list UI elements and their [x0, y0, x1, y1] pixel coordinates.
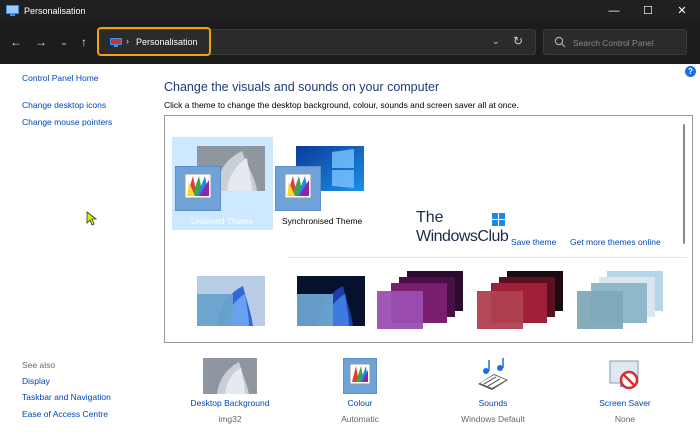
theme-windows-dark[interactable]: [297, 276, 365, 326]
sounds-label[interactable]: Sounds: [428, 398, 558, 408]
mouse-cursor-icon: [86, 211, 97, 226]
desktop-background-label[interactable]: Desktop Background: [165, 398, 295, 408]
themes-panel: Unsaved Theme Synchronised Theme The Win…: [164, 115, 693, 343]
control-panel-home-link[interactable]: Control Panel Home: [22, 73, 99, 83]
close-icon[interactable]: ✕: [665, 0, 699, 22]
colour-value: Automatic: [341, 414, 379, 424]
screen-saver-value: None: [614, 414, 636, 424]
theme-synchronised-colour-icon: [275, 166, 321, 211]
logo-mark-icon: [492, 213, 505, 226]
desktop-background-icon: [203, 358, 257, 394]
control-panel-app-icon: [6, 5, 19, 16]
theme-windows-light[interactable]: [197, 276, 265, 326]
see-also-label: See also: [22, 360, 56, 370]
page-subtitle: Click a theme to change the desktop back…: [164, 100, 519, 110]
desktop-background-value: img32: [218, 414, 242, 424]
ease-of-access-link[interactable]: Ease of Access Centre: [22, 409, 108, 419]
theme-flow[interactable]: [577, 271, 665, 329]
taskbar-navigation-link[interactable]: Taskbar and Navigation: [22, 392, 111, 402]
logo-line1: The: [416, 209, 444, 226]
screen-saver-icon: [609, 360, 639, 390]
window-title: Personalisation: [24, 6, 86, 16]
forward-arrow-icon[interactable]: →: [33, 34, 49, 50]
page-title: Change the visuals and sounds on your co…: [164, 80, 440, 94]
save-theme-link[interactable]: Save theme: [511, 237, 556, 247]
navigation-bar: ← → ⌄ ↑ › Personalisation ⌄ ↻ Search Con…: [0, 22, 700, 64]
themes-divider: [287, 257, 687, 258]
maximize-icon[interactable]: ☐: [631, 0, 665, 22]
colour-palette-icon: [343, 358, 377, 394]
screen-saver-label[interactable]: Screen Saver: [560, 398, 690, 408]
address-highlight-box: [97, 27, 211, 56]
sounds-value: Windows Default: [461, 414, 525, 424]
address-dropdown-icon[interactable]: ⌄: [492, 36, 500, 47]
theme-glow[interactable]: [377, 271, 465, 329]
theme-unsaved-colour-icon: [175, 166, 221, 211]
sounds-icon: [478, 358, 508, 390]
change-mouse-pointers-link[interactable]: Change mouse pointers: [22, 117, 112, 127]
chevron-down-icon[interactable]: ⌄: [56, 34, 72, 50]
search-input[interactable]: Search Control Panel: [543, 29, 687, 55]
title-bar: Personalisation — ☐ ✕: [0, 0, 700, 22]
up-arrow-icon[interactable]: ↑: [76, 34, 92, 50]
thewindowsclub-logo: The WindowsClub: [416, 209, 509, 249]
theme-synchronised-label[interactable]: Synchronised Theme: [282, 216, 362, 226]
back-arrow-icon[interactable]: ←: [8, 34, 24, 50]
search-icon: [554, 36, 566, 48]
get-more-themes-link[interactable]: Get more themes online: [570, 237, 661, 247]
colour-label[interactable]: Colour: [295, 398, 425, 408]
logo-line2: WindowsClub: [416, 228, 509, 245]
refresh-icon[interactable]: ↻: [513, 34, 523, 48]
minimize-icon[interactable]: —: [597, 0, 631, 22]
help-icon[interactable]: ?: [685, 66, 696, 77]
themes-scrollbar[interactable]: [683, 124, 685, 244]
search-placeholder: Search Control Panel: [573, 38, 654, 48]
display-link[interactable]: Display: [22, 376, 50, 386]
theme-captured-motion[interactable]: [477, 271, 565, 329]
change-desktop-icons-link[interactable]: Change desktop icons: [22, 100, 106, 110]
theme-unsaved-label[interactable]: Unsaved Theme: [191, 216, 253, 226]
